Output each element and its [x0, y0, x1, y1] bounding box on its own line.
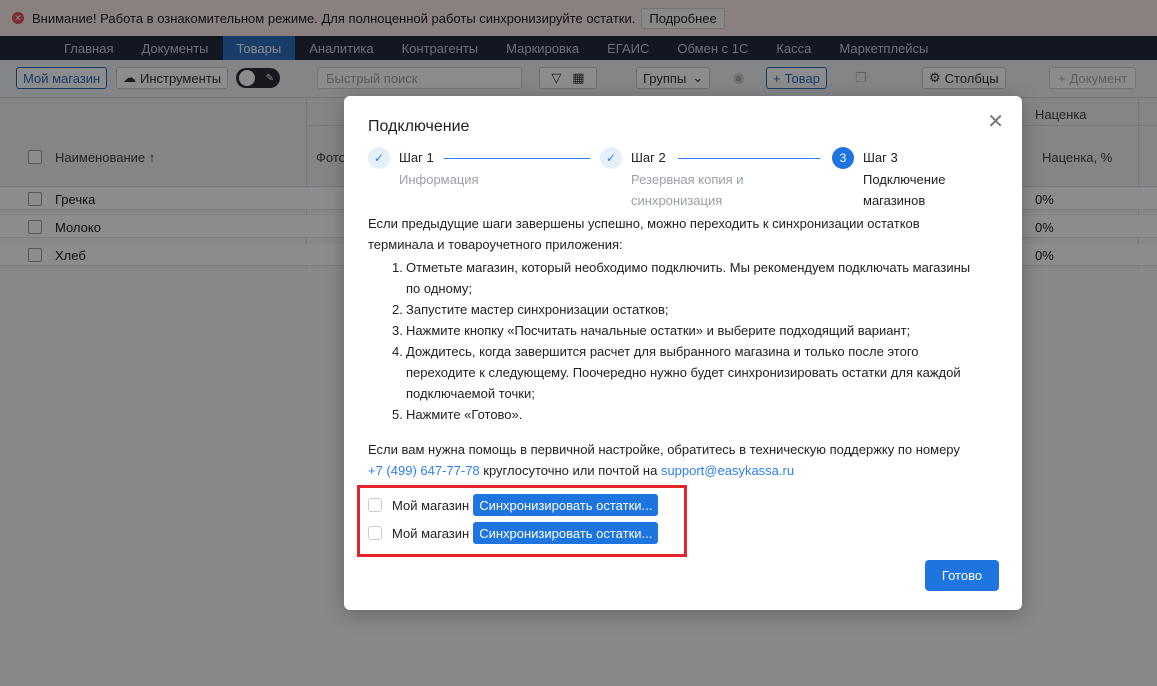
support-email-link[interactable]: support@easykassa.ru: [661, 463, 794, 478]
list-number: 2.: [392, 302, 403, 317]
support-phone-link[interactable]: +7 (499) 647-77-78: [368, 463, 480, 478]
step-2-subtitle: Резервная копия и: [631, 172, 744, 187]
store-label: Мой магазин: [392, 497, 470, 513]
intro-line-1: Если предыдущие шаги завершены успешно, …: [368, 216, 920, 231]
list-text: Отметьте магазин, который необходимо под…: [406, 260, 971, 275]
list-number: 4.: [392, 344, 403, 359]
list-text: Запустите мастер синхронизации остатков;: [406, 302, 669, 317]
step-3-subtitle: Подключение: [863, 172, 946, 187]
list-item: 3. Нажмите кнопку «Посчитать начальные о…: [392, 320, 1012, 341]
list-text: Дождитесь, когда завершится расчет для в…: [406, 344, 919, 359]
list-text: Нажмите «Готово».: [406, 407, 523, 422]
step-connector: [678, 158, 820, 159]
store-label: Мой магазин: [392, 525, 470, 541]
list-text: Нажмите кнопку «Посчитать начальные оста…: [406, 323, 911, 338]
list-item: 4. Дождитесь, когда завершится расчет дл…: [392, 341, 1012, 404]
list-item: 2. Запустите мастер синхронизации остатк…: [392, 299, 1012, 320]
list-number: 1.: [392, 260, 403, 275]
help-line-2: +7 (499) 647-77-78 круглосуточно или поч…: [368, 460, 794, 481]
list-number: 3.: [392, 323, 403, 338]
store-row: Мой магазин Синхронизировать остатки...: [368, 522, 659, 544]
step-1-subtitle: Информация: [399, 172, 479, 187]
store-row: Мой магазин Синхронизировать остатки...: [368, 494, 659, 516]
help-text-middle: круглосуточно или почтой на: [479, 463, 661, 478]
step-connector: [444, 158, 590, 159]
step-3-subtitle-2: магазинов: [863, 193, 926, 208]
sync-stock-button[interactable]: Синхронизировать остатки...: [473, 522, 659, 544]
step-1-title: Шаг 1: [399, 150, 434, 165]
close-icon[interactable]: ✕: [987, 112, 1004, 132]
list-number: 5.: [392, 407, 403, 422]
step-3-number: 3: [832, 147, 854, 169]
list-text: по одному;: [406, 281, 473, 296]
step-2-title: Шаг 2: [631, 150, 666, 165]
step-3-title: Шаг 3: [863, 150, 898, 165]
help-line-1: Если вам нужна помощь в первичной настро…: [368, 442, 960, 457]
intro-line-2: терминала и товароучетного приложения:: [368, 237, 623, 252]
store-checkbox[interactable]: [368, 526, 382, 540]
list-item: 5. Нажмите «Готово».: [392, 404, 1012, 425]
list-text: подключаемой точки;: [406, 386, 535, 401]
step-2-check-icon: ✓: [600, 147, 622, 169]
list-item: 1. Отметьте магазин, который необходимо …: [392, 257, 1012, 299]
instructions-list: 1. Отметьте магазин, который необходимо …: [392, 257, 1012, 425]
connection-modal: Подключение ✕ ✓ Шаг 1 Информация ✓ Шаг 2…: [344, 96, 1022, 610]
step-1-check-icon: ✓: [368, 147, 390, 169]
modal-title: Подключение: [368, 118, 470, 135]
store-checkbox[interactable]: [368, 498, 382, 512]
list-text: переходите к следующему. Поочередно нужн…: [406, 365, 961, 380]
done-button[interactable]: Готово: [925, 560, 999, 591]
step-2-subtitle-2: синхронизация: [631, 193, 723, 208]
sync-stock-button[interactable]: Синхронизировать остатки...: [473, 494, 659, 516]
